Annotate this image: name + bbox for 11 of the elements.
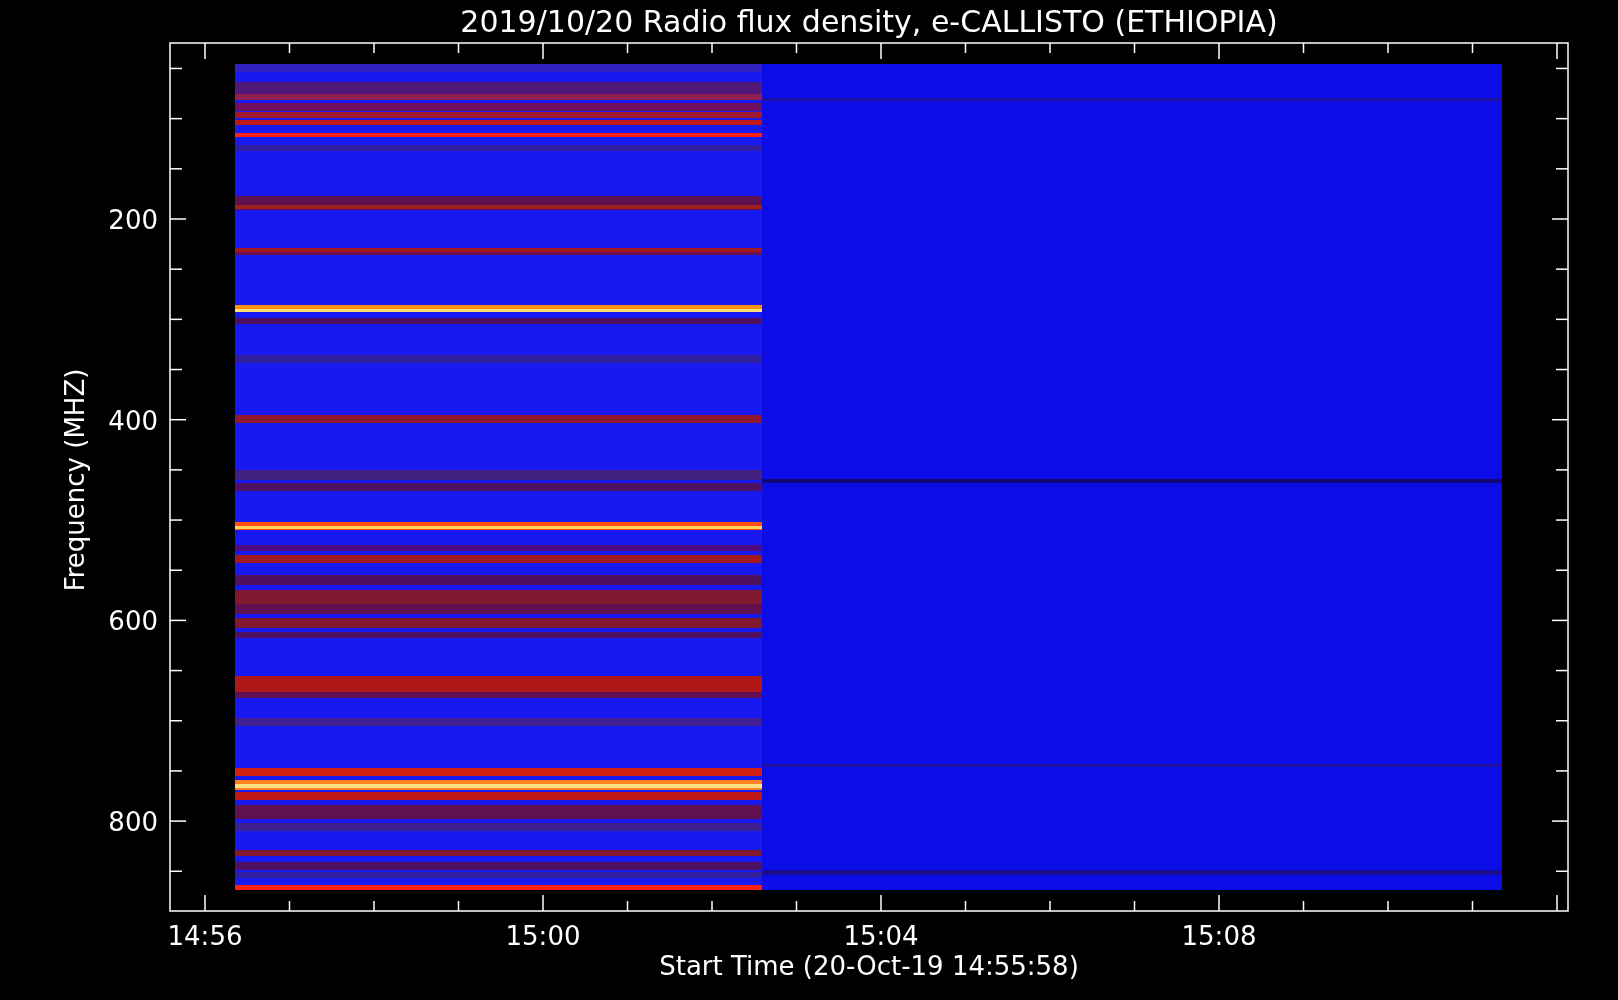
y-tick-label: 800 [108,807,158,838]
x-tick-label: 14:56 [167,921,243,951]
x-tick-label: 15:00 [505,921,581,951]
x-tick-label: 15:08 [1181,921,1257,951]
y-tick-label: 200 [108,205,158,235]
y-tick-label: 600 [108,606,158,637]
y-tick-label: 400 [108,405,158,436]
x-tick-label: 15:04 [843,921,919,951]
x-axis-label: Start Time (20-Oct-19 14:55:58) [659,951,1079,981]
chart-title: 2019/10/20 Radio flux density, e-CALLISTO (ETHIOPIA) [460,4,1278,39]
y-axis-label: Frequency (MHZ) [60,368,90,592]
